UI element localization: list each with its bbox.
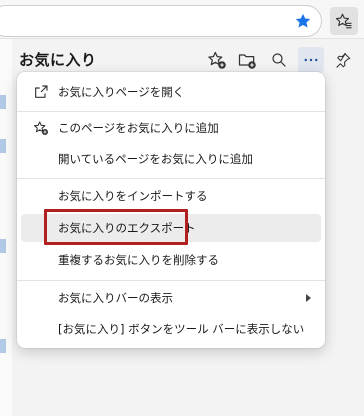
menu-item-remove-duplicates[interactable]: 重複するお気に入りを削除する	[21, 246, 321, 274]
star-filled-icon	[295, 13, 311, 28]
star-add-icon	[34, 121, 48, 135]
pane-title: お気に入り	[19, 51, 97, 69]
link-fragment	[0, 95, 6, 109]
favorites-button[interactable]	[330, 7, 358, 35]
favorites-star-icon	[335, 13, 352, 29]
menu-separator	[17, 280, 325, 281]
link-fragment	[0, 339, 6, 353]
annotation-highlight-box	[44, 209, 188, 245]
link-fragment	[0, 239, 6, 253]
link-fragment	[0, 139, 6, 153]
browser-toolbar	[0, 0, 364, 39]
menu-item-label: 開いているページをお気に入りに追加	[58, 152, 253, 166]
add-favorite-icon	[208, 51, 226, 69]
menu-item-open-favorites-page[interactable]: お気に入りページを開く	[21, 78, 321, 106]
add-folder-icon	[238, 54, 256, 69]
menu-item-add-open-pages[interactable]: 開いているページをお気に入りに追加	[21, 145, 321, 173]
menu-item-show-favorites-bar[interactable]: お気に入りバーの表示	[21, 284, 321, 312]
pin-icon	[336, 52, 351, 68]
menu-item-label: お気に入りをインポートする	[58, 189, 208, 203]
menu-item-label: [お気に入り] ボタンをツール バーに表示しない	[58, 322, 305, 336]
pin-pane-button[interactable]	[330, 47, 356, 73]
menu-separator	[17, 178, 325, 179]
menu-item-label: このページをお気に入りに追加	[58, 121, 219, 135]
add-folder-button[interactable]	[234, 47, 260, 73]
add-favorite-button[interactable]	[204, 47, 230, 73]
search-favorites-button[interactable]	[266, 47, 292, 73]
menu-separator	[17, 111, 325, 112]
open-external-icon	[35, 85, 48, 98]
menu-item-label: お気に入りページを開く	[58, 85, 185, 99]
search-icon	[272, 53, 286, 67]
menu-item-label: お気に入りバーの表示	[58, 291, 173, 305]
menu-item-label: 重複するお気に入りを削除する	[58, 253, 219, 267]
more-options-button[interactable]	[298, 47, 324, 73]
address-bar[interactable]	[0, 5, 322, 37]
favorite-star-button[interactable]	[293, 11, 313, 31]
menu-item-hide-favorites-button[interactable]: [お気に入り] ボタンをツール バーに表示しない	[21, 315, 321, 343]
chevron-right-icon	[306, 294, 311, 302]
menu-item-import-favorites[interactable]: お気に入りをインポートする	[21, 182, 321, 210]
menu-item-add-this-page[interactable]: このページをお気に入りに追加	[21, 114, 321, 142]
more-options-icon	[304, 58, 318, 62]
